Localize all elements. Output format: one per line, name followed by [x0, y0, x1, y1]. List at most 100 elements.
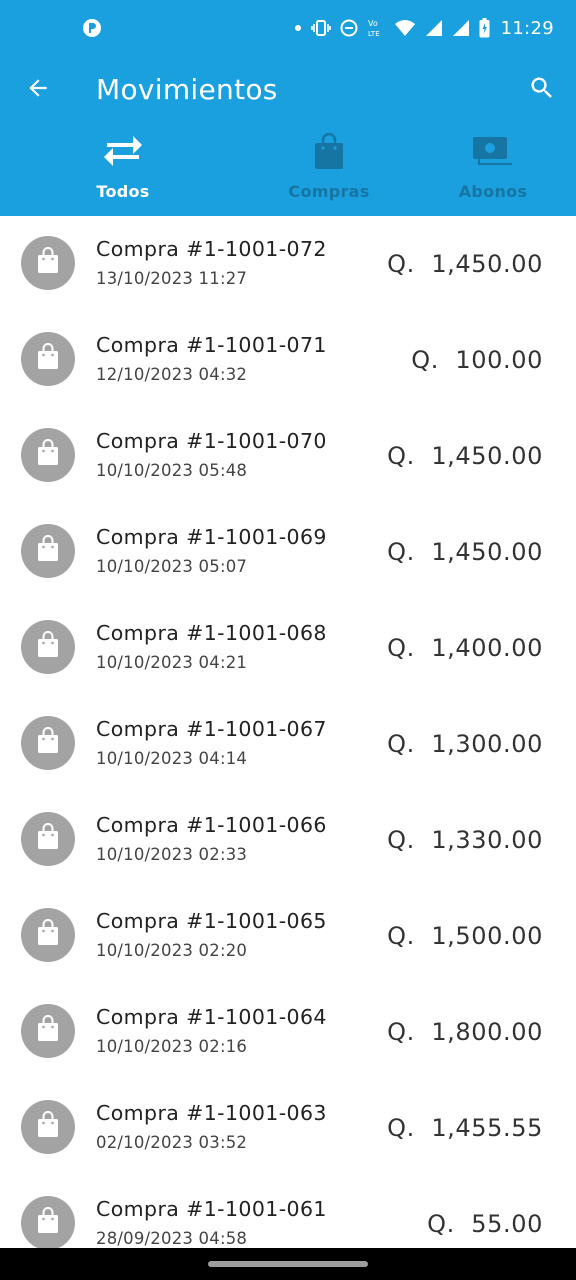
- transaction-amount: Q. 1,400.00: [387, 634, 543, 662]
- transaction-title: Compra #1-1001-064: [96, 1005, 327, 1029]
- signal-icon: [425, 19, 443, 37]
- avatar: [21, 332, 75, 386]
- transaction-amount: Q. 1,330.00: [387, 826, 543, 854]
- transaction-title: Compra #1-1001-061: [96, 1197, 327, 1221]
- app-bar: Movimientos: [0, 56, 576, 128]
- page-title: Movimientos: [96, 73, 278, 106]
- status-bar: Vo LTE 11:29: [0, 0, 576, 56]
- transaction-date: 10/10/2023 05:48: [96, 461, 248, 480]
- notification-dot-icon: [294, 24, 302, 32]
- transaction-date: 12/10/2023 04:32: [96, 365, 248, 384]
- avatar: [21, 908, 75, 962]
- list-item[interactable]: Compra #1-1001-064 10/10/2023 02:16 Q. 1…: [0, 984, 576, 1080]
- back-button[interactable]: [18, 70, 58, 110]
- amount-value: 1,800.00: [431, 1018, 543, 1046]
- home-gesture-handle[interactable]: [208, 1261, 368, 1267]
- svg-text:LTE: LTE: [368, 30, 380, 38]
- search-icon: [528, 74, 556, 106]
- currency-symbol: Q.: [387, 538, 415, 566]
- signal-icon: [452, 19, 470, 37]
- list-item[interactable]: Compra #1-1001-061 28/09/2023 04:58 Q. 5…: [0, 1176, 576, 1248]
- amount-value: 1,500.00: [431, 922, 543, 950]
- amount-value: 1,455.55: [431, 1114, 543, 1142]
- transaction-date: 10/10/2023 04:21: [96, 653, 248, 672]
- list-item[interactable]: Compra #1-1001-069 10/10/2023 05:07 Q. 1…: [0, 504, 576, 600]
- currency-symbol: Q.: [387, 634, 415, 662]
- transaction-date: 13/10/2023 11:27: [96, 269, 248, 288]
- shopping-bag-icon: [313, 132, 345, 172]
- amount-value: 1,300.00: [431, 730, 543, 758]
- shopping-bag-icon: [36, 1111, 60, 1143]
- list-item[interactable]: Compra #1-1001-072 13/10/2023 11:27 Q. 1…: [0, 216, 576, 312]
- shopping-bag-icon: [36, 535, 60, 567]
- transaction-amount: Q. 1,300.00: [387, 730, 543, 758]
- do-not-disturb-icon: [340, 19, 358, 37]
- transaction-date: 10/10/2023 02:20: [96, 941, 248, 960]
- transaction-title: Compra #1-1001-065: [96, 909, 327, 933]
- wifi-icon: [394, 19, 416, 37]
- shopping-bag-icon: [36, 439, 60, 471]
- shopping-bag-icon: [36, 727, 60, 759]
- tab-bar: Todos Compras Abonos: [0, 132, 576, 216]
- header: Vo LTE 11:29 Movimientos Todos Compras A…: [0, 0, 576, 216]
- avatar: [21, 812, 75, 866]
- transaction-amount: Q. 1,450.00: [387, 250, 543, 278]
- tab-abonos[interactable]: Abonos: [450, 132, 536, 216]
- amount-value: 1,400.00: [431, 634, 543, 662]
- transaction-date: 10/10/2023 05:07: [96, 557, 248, 576]
- arrow-back-icon: [25, 75, 51, 105]
- vibrate-icon: [310, 19, 331, 37]
- transaction-title: Compra #1-1001-068: [96, 621, 327, 645]
- list-item[interactable]: Compra #1-1001-071 12/10/2023 04:32 Q. 1…: [0, 312, 576, 408]
- list-item[interactable]: Compra #1-1001-066 10/10/2023 02:33 Q. 1…: [0, 792, 576, 888]
- amount-value: 1,450.00: [431, 442, 543, 470]
- app-notification-icon: [82, 18, 102, 38]
- avatar: [21, 1196, 75, 1248]
- currency-symbol: Q.: [387, 730, 415, 758]
- status-clock: 11:29: [500, 17, 554, 39]
- amount-value: 100.00: [455, 346, 543, 374]
- transaction-date: 10/10/2023 04:14: [96, 749, 248, 768]
- shopping-bag-icon: [36, 631, 60, 663]
- transaction-title: Compra #1-1001-067: [96, 717, 327, 741]
- list-item[interactable]: Compra #1-1001-068 10/10/2023 04:21 Q. 1…: [0, 600, 576, 696]
- avatar: [21, 428, 75, 482]
- list-item[interactable]: Compra #1-1001-063 02/10/2023 03:52 Q. 1…: [0, 1080, 576, 1176]
- shopping-bag-icon: [36, 1207, 60, 1239]
- list-item[interactable]: Compra #1-1001-070 10/10/2023 05:48 Q. 1…: [0, 408, 576, 504]
- transaction-amount: Q. 1,455.55: [387, 1114, 543, 1142]
- shopping-bag-icon: [36, 919, 60, 951]
- transaction-amount: Q. 1,500.00: [387, 922, 543, 950]
- currency-symbol: Q.: [387, 1018, 415, 1046]
- currency-symbol: Q.: [387, 922, 415, 950]
- list-item[interactable]: Compra #1-1001-067 10/10/2023 04:14 Q. 1…: [0, 696, 576, 792]
- tab-label: Abonos: [458, 182, 528, 201]
- transaction-title: Compra #1-1001-063: [96, 1101, 327, 1125]
- amount-value: 55.00: [471, 1210, 543, 1238]
- navigation-bar: [0, 1248, 576, 1280]
- amount-value: 1,450.00: [431, 538, 543, 566]
- transaction-amount: Q. 1,450.00: [387, 442, 543, 470]
- tab-compras[interactable]: Compras: [280, 132, 378, 216]
- svg-text:Vo: Vo: [368, 19, 378, 28]
- transaction-title: Compra #1-1001-072: [96, 237, 327, 261]
- transaction-amount: Q. 100.00: [411, 346, 543, 374]
- currency-symbol: Q.: [387, 442, 415, 470]
- shopping-bag-icon: [36, 343, 60, 375]
- search-button[interactable]: [522, 70, 562, 110]
- currency-symbol: Q.: [387, 826, 415, 854]
- money-icon: [472, 132, 514, 172]
- transaction-title: Compra #1-1001-071: [96, 333, 327, 357]
- transaction-date: 10/10/2023 02:16: [96, 1037, 248, 1056]
- transaction-amount: Q. 1,800.00: [387, 1018, 543, 1046]
- shopping-bag-icon: [36, 247, 60, 279]
- list-item[interactable]: Compra #1-1001-065 10/10/2023 02:20 Q. 1…: [0, 888, 576, 984]
- transaction-title: Compra #1-1001-066: [96, 813, 327, 837]
- tab-todos[interactable]: Todos: [80, 132, 166, 216]
- currency-symbol: Q.: [387, 1114, 415, 1142]
- currency-symbol: Q.: [387, 250, 415, 278]
- transaction-amount: Q. 1,450.00: [387, 538, 543, 566]
- avatar: [21, 524, 75, 578]
- avatar: [21, 1004, 75, 1058]
- transaction-date: 02/10/2023 03:52: [96, 1133, 248, 1152]
